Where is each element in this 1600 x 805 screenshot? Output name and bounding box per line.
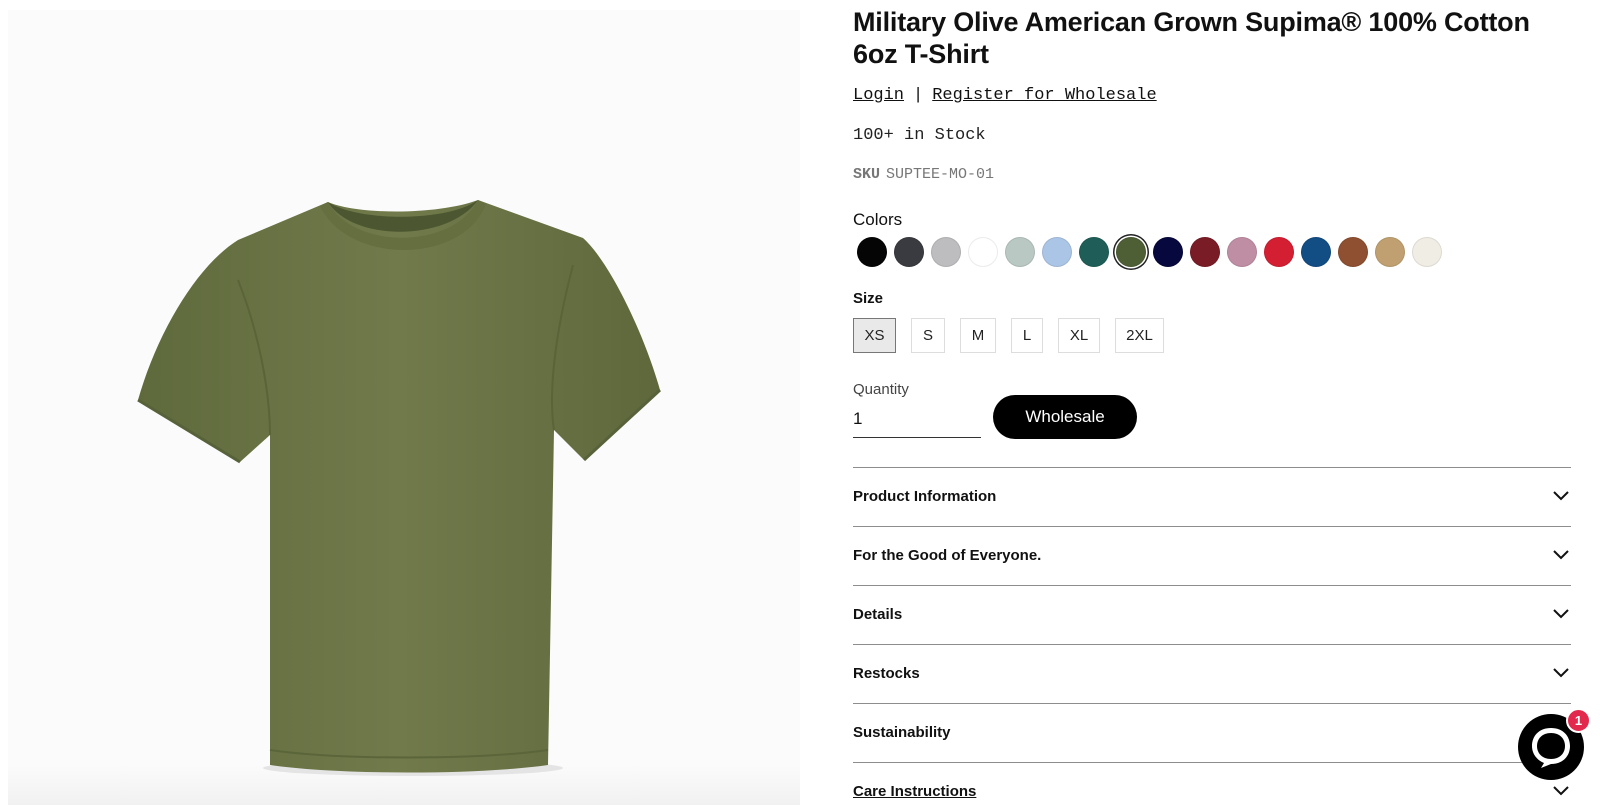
color-swatch[interactable] [1079, 237, 1109, 267]
wholesale-button[interactable]: Wholesale [993, 395, 1137, 439]
size-option-xl[interactable]: XL [1058, 318, 1100, 353]
stock-status: 100+ in Stock [853, 126, 986, 145]
color-swatch[interactable] [1190, 237, 1220, 267]
chevron-down-icon [1553, 491, 1569, 501]
quantity-label: Quantity [853, 381, 909, 398]
chevron-down-icon [1553, 609, 1569, 619]
accordion-label: For the Good of Everyone. [853, 547, 1042, 564]
link-separator: | [913, 86, 924, 105]
size-option-s[interactable]: S [911, 318, 945, 353]
color-swatch[interactable] [1264, 237, 1294, 267]
chat-notification-badge: 1 [1566, 708, 1591, 733]
size-option-l[interactable]: L [1011, 318, 1043, 353]
color-swatch[interactable] [857, 237, 887, 267]
account-links: Login | Register for Wholesale [853, 86, 1157, 105]
color-swatch[interactable] [1338, 237, 1368, 267]
color-swatch[interactable] [1375, 237, 1405, 267]
product-title: Military Olive American Grown Supima® 10… [853, 7, 1530, 69]
accordion-row[interactable]: Details [853, 585, 1571, 644]
color-swatch[interactable] [968, 237, 998, 267]
accordion-label: Details [853, 606, 903, 623]
accordion-row[interactable]: Care Instructions [853, 762, 1571, 805]
colors-label: Colors [853, 210, 903, 229]
chevron-down-icon [1553, 786, 1569, 796]
accordion-row[interactable]: Sustainability [853, 703, 1571, 762]
login-link[interactable]: Login [853, 86, 904, 105]
accordion-row[interactable]: Restocks [853, 644, 1571, 703]
quantity-input[interactable] [853, 401, 981, 438]
size-option-2xl[interactable]: 2XL [1115, 318, 1164, 353]
sku-row: SKU SUPTEE-MO-01 [853, 166, 994, 183]
size-option-m[interactable]: M [960, 318, 996, 353]
color-swatch[interactable] [931, 237, 961, 267]
product-image[interactable] [8, 10, 800, 805]
chevron-down-icon [1553, 668, 1569, 678]
color-swatch[interactable] [1301, 237, 1331, 267]
color-swatch[interactable] [1116, 237, 1146, 267]
sku-label: SKU [853, 166, 881, 183]
color-swatches [857, 237, 1442, 267]
color-swatch[interactable] [1042, 237, 1072, 267]
register-wholesale-link[interactable]: Register for Wholesale [932, 86, 1156, 105]
size-label: Size [853, 290, 884, 307]
accordion-label: Sustainability [853, 724, 951, 741]
accordion-label: Restocks [853, 665, 920, 682]
sku-value: SUPTEE-MO-01 [886, 166, 995, 183]
color-swatch[interactable] [1412, 237, 1442, 267]
color-swatch[interactable] [894, 237, 924, 267]
chevron-down-icon [1553, 550, 1569, 560]
accordion-label: Care Instructions [853, 783, 977, 800]
accordion-row[interactable]: For the Good of Everyone. [853, 526, 1571, 585]
tshirt-icon [137, 200, 662, 776]
accordion-label: Product Information [853, 488, 997, 505]
size-option-xs[interactable]: XS [853, 318, 896, 353]
color-swatch[interactable] [1227, 237, 1257, 267]
accordion-row[interactable]: Product Information [853, 467, 1571, 526]
product-accordion: Product Information For the Good of Every… [853, 467, 1571, 805]
color-swatch[interactable] [1153, 237, 1183, 267]
color-swatch[interactable] [1005, 237, 1035, 267]
